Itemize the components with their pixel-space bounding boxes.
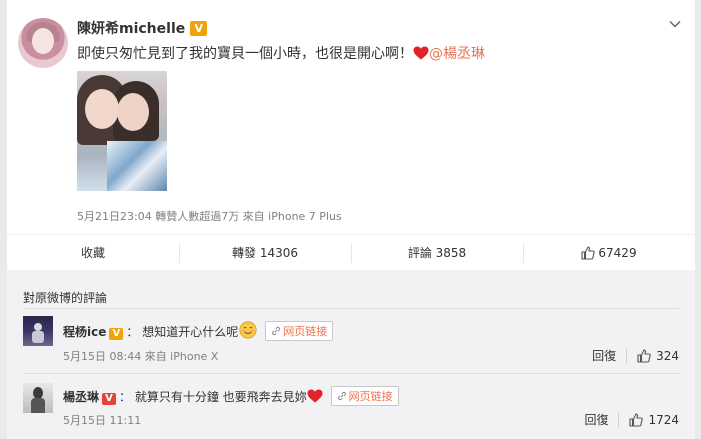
like-count: 67429 [598, 245, 637, 260]
comment-label: 評論 3858 [407, 246, 467, 260]
comment-text: 想知道开心什么呢 [142, 325, 239, 339]
weibo-card: 陳妍希michelle V 即使只匆忙見到了我的寶貝一個小時，也很是開心啊！ @楊丞… [7, 0, 695, 439]
comment-actions: 回復 1724 [584, 411, 679, 428]
thumbs-up-icon [581, 245, 596, 260]
comment-avatar[interactable] [23, 383, 53, 413]
weibo-post: 陳妍希michelle V 即使只匆忙見到了我的寶貝一個小時，也很是開心啊！ @楊丞… [7, 0, 695, 233]
mention-link[interactable]: @楊丞琳 [429, 46, 485, 62]
comments-title: 對原微博的評論 [23, 291, 108, 305]
post-content: 即使只匆忙見到了我的寶貝一個小時，也很是開心啊！ @楊丞琳 [77, 43, 485, 63]
post-photo[interactable] [77, 71, 167, 191]
comment-avatar[interactable] [23, 316, 53, 346]
link-icon [337, 391, 346, 401]
post-meta: 5月21日23:04 轉贊人數超過7万 來自 iPhone 7 Plus [77, 210, 342, 223]
web-link-button[interactable]: 网页链接 [330, 386, 399, 406]
smile-emoji-icon [239, 321, 257, 339]
verified-badge-icon: V [102, 393, 117, 405]
web-link-button[interactable]: 网页链接 [265, 321, 334, 341]
comment-username[interactable]: 程杨ice [63, 325, 106, 339]
verified-badge-icon: V [190, 21, 208, 36]
comment-row-1: 程杨ice V： 想知道开心什么呢 网页链接 [63, 321, 334, 341]
web-link-label: 网页链接 [348, 390, 393, 403]
comment-like-count: 324 [656, 348, 679, 363]
comment-actions: 回復 324 [592, 347, 679, 364]
post-text: 即使只匆忙見到了我的寶貝一個小時，也很是開心啊！ [77, 46, 413, 62]
repost-button[interactable]: 轉發 14306 [179, 235, 351, 270]
heart-icon [413, 46, 429, 60]
like-button[interactable]: 67429 [523, 235, 695, 270]
divider [23, 308, 679, 309]
comment-row-2: 楊丞琳 V： 就算只有十分鐘 也要飛奔去見妳 网页链接 [63, 386, 399, 406]
reply-button[interactable]: 回復 [592, 347, 616, 364]
comment-button[interactable]: 評論 3858 [351, 235, 523, 270]
web-link-label: 网页链接 [283, 325, 328, 338]
author-name-row: 陳妍希michelle V [77, 18, 208, 38]
thumbs-up-icon[interactable] [629, 412, 644, 427]
comment-username[interactable]: 楊丞琳 [63, 390, 99, 404]
thumbs-up-icon[interactable] [637, 348, 651, 363]
comments-section: 對原微博的評論 程杨ice V： 想知道开心什么呢 网页链接 5月15日 08:44… [7, 270, 695, 439]
action-bar: 收藏 轉發 14306 評論 3858 67429 [7, 234, 695, 270]
author-name[interactable]: 陳妍希michelle [77, 21, 185, 37]
verified-badge-icon: V [109, 328, 124, 340]
favorite-label: 收藏 [80, 246, 105, 260]
repost-label: 轉發 14306 [232, 246, 298, 260]
comment-text: 就算只有十分鐘 也要飛奔去見妳 [134, 390, 307, 404]
comment-meta: 5月15日 08:44 來自 iPhone X [63, 350, 219, 363]
comment-like-count: 1724 [648, 412, 679, 427]
chevron-down-icon[interactable] [667, 16, 683, 32]
heart-icon [307, 389, 323, 403]
link-icon [272, 326, 281, 336]
divider [23, 373, 679, 374]
author-avatar[interactable] [18, 18, 68, 68]
reply-button[interactable]: 回復 [584, 411, 608, 428]
comment-meta: 5月15日 11:11 [63, 414, 142, 427]
favorite-button[interactable]: 收藏 [7, 235, 179, 270]
